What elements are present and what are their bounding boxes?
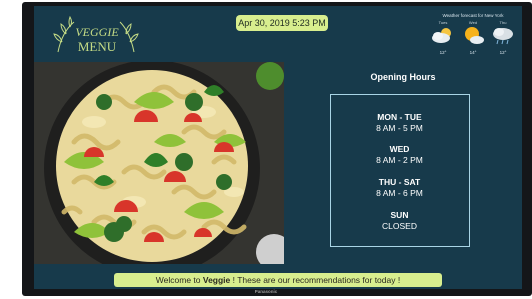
welcome-brand: Veggie bbox=[202, 275, 231, 285]
weather-title: Weather forecast for New York bbox=[442, 13, 504, 18]
footer-bar: Welcome to Veggie ! These are our recomm… bbox=[34, 264, 522, 289]
datetime-badge: Apr 30, 2019 5:23 PM bbox=[236, 15, 328, 31]
welcome-prefix: Welcome to bbox=[155, 275, 203, 285]
hours-time: 8 AM - 6 PM bbox=[376, 188, 423, 198]
weather-widget: Weather forecast for New York Tues 12° W… bbox=[426, 12, 520, 60]
hours-time: 8 AM - 5 PM bbox=[376, 123, 423, 133]
hours-day: THU - SAT bbox=[378, 177, 421, 187]
hours-row: MON - TUE 8 AM - 5 PM bbox=[331, 112, 468, 134]
opening-hours-box: MON - TUE 8 AM - 5 PM WED 8 AM - 2 PM TH… bbox=[330, 94, 470, 247]
hours-day: MON - TUE bbox=[377, 112, 422, 122]
welcome-banner: Welcome to Veggie ! These are our recomm… bbox=[114, 273, 442, 287]
weather-day: Thu 12° bbox=[488, 20, 518, 60]
monitor-brand-label: Panasonic bbox=[254, 289, 278, 294]
weather-day-temp: 12° bbox=[499, 50, 507, 55]
rain-cloud-icon bbox=[493, 28, 513, 45]
sun-cloud-icon bbox=[465, 27, 484, 44]
weather-day-temp: 14° bbox=[469, 50, 477, 55]
cloud-sun-icon bbox=[432, 28, 451, 43]
weather-day: Wed 14° bbox=[458, 20, 488, 60]
signage-screen: VEGGIE MENU Apr 30, 2019 5:23 PM Weather… bbox=[34, 6, 522, 289]
logo-line1: VEGGIE bbox=[75, 25, 119, 39]
hours-row: WED 8 AM - 2 PM bbox=[331, 144, 468, 166]
hours-row: THU - SAT 8 AM - 6 PM bbox=[331, 177, 468, 199]
hours-day: SUN bbox=[390, 210, 409, 220]
welcome-suffix: ! These are our recommendations for toda… bbox=[230, 275, 401, 285]
hours-row: SUN CLOSED bbox=[331, 210, 468, 232]
hours-time: 8 AM - 2 PM bbox=[376, 155, 423, 165]
weather-day-temp: 12° bbox=[439, 50, 447, 55]
veggie-menu-logo: VEGGIE MENU bbox=[53, 15, 139, 54]
pasta-salad-photo bbox=[34, 62, 284, 264]
hours-time: CLOSED bbox=[382, 221, 417, 231]
logo-line2: MENU bbox=[78, 39, 117, 54]
header-bar: VEGGIE MENU Apr 30, 2019 5:23 PM Weather… bbox=[34, 6, 522, 62]
hours-day: WED bbox=[389, 144, 410, 154]
opening-hours-title: Opening Hours bbox=[370, 72, 436, 82]
weather-day: Tues 12° bbox=[428, 20, 458, 60]
